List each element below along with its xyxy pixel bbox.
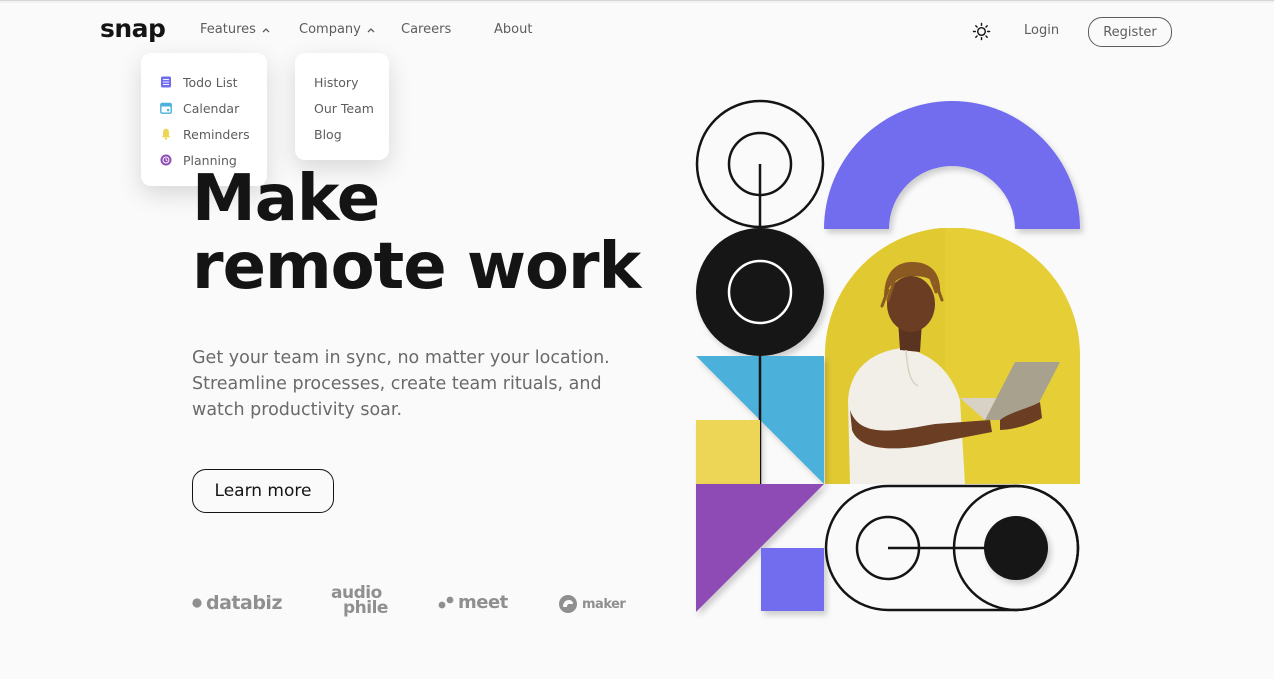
pill-toggle-shape — [824, 484, 1080, 612]
login-link[interactable]: Login — [1024, 23, 1059, 38]
ring-target-shape — [695, 99, 825, 229]
client-name: databiz — [206, 592, 283, 614]
planning-icon — [160, 154, 172, 166]
snap-logo[interactable]: snap — [100, 14, 166, 43]
sun-icon[interactable] — [972, 22, 991, 41]
dropdown-item-our-team[interactable]: Our Team — [314, 95, 389, 121]
hero-photo — [825, 228, 1080, 484]
client-logo-audiophile: audio phile — [331, 585, 388, 618]
calendar-icon — [160, 102, 172, 114]
purple-arch-shape — [824, 101, 1080, 229]
black-circle-shape — [696, 228, 824, 356]
client-name: meet — [458, 592, 508, 613]
chevron-up-icon — [262, 27, 270, 32]
purple-square-shape — [761, 548, 824, 611]
browser-top-border — [0, 0, 1274, 3]
client-name: phile — [343, 598, 388, 618]
dropdown-item-calendar[interactable]: Calendar — [160, 95, 267, 121]
dropdown-item-blog[interactable]: Blog — [314, 121, 389, 147]
nav-about[interactable]: About — [494, 22, 532, 37]
dropdown-item-label: Calendar — [183, 100, 240, 116]
register-button[interactable]: Register — [1088, 17, 1172, 47]
nav-features-label: Features — [200, 22, 256, 37]
hero-headline-line1: Make — [192, 162, 380, 236]
hero-headline-line2: remote work — [192, 230, 641, 304]
hero-headline: Make remote work — [192, 162, 641, 304]
dropdown-item-reminders[interactable]: Reminders — [160, 121, 267, 147]
databiz-dot-icon — [192, 598, 202, 608]
dropdown-item-history[interactable]: History — [314, 69, 389, 95]
nav-company[interactable]: Company — [299, 22, 376, 37]
todo-list-icon — [161, 76, 171, 88]
dropdown-item-label: Reminders — [183, 126, 250, 142]
dropdown-item-label: Todo List — [183, 74, 238, 90]
nav-features[interactable]: Features — [200, 22, 271, 37]
nav-company-label: Company — [299, 22, 361, 37]
dropdown-item-todo-list[interactable]: Todo List — [160, 69, 267, 95]
client-logo-maker: maker — [558, 594, 626, 614]
meet-dots-icon — [438, 596, 454, 608]
company-dropdown: History Our Team Blog — [295, 53, 389, 160]
learn-more-button[interactable]: Learn more — [192, 469, 334, 513]
nav-careers[interactable]: Careers — [401, 22, 451, 37]
hero-description: Get your team in sync, no matter your lo… — [192, 348, 610, 420]
client-logo-meet: meet — [438, 592, 508, 613]
chevron-up-icon — [367, 27, 375, 32]
maker-logo-icon — [559, 595, 577, 613]
bell-icon — [161, 128, 171, 140]
hero-illustration — [695, 99, 1080, 612]
client-name: maker — [582, 596, 626, 612]
client-logo-databiz: databiz — [192, 592, 283, 614]
yellow-square-shape — [696, 420, 760, 484]
